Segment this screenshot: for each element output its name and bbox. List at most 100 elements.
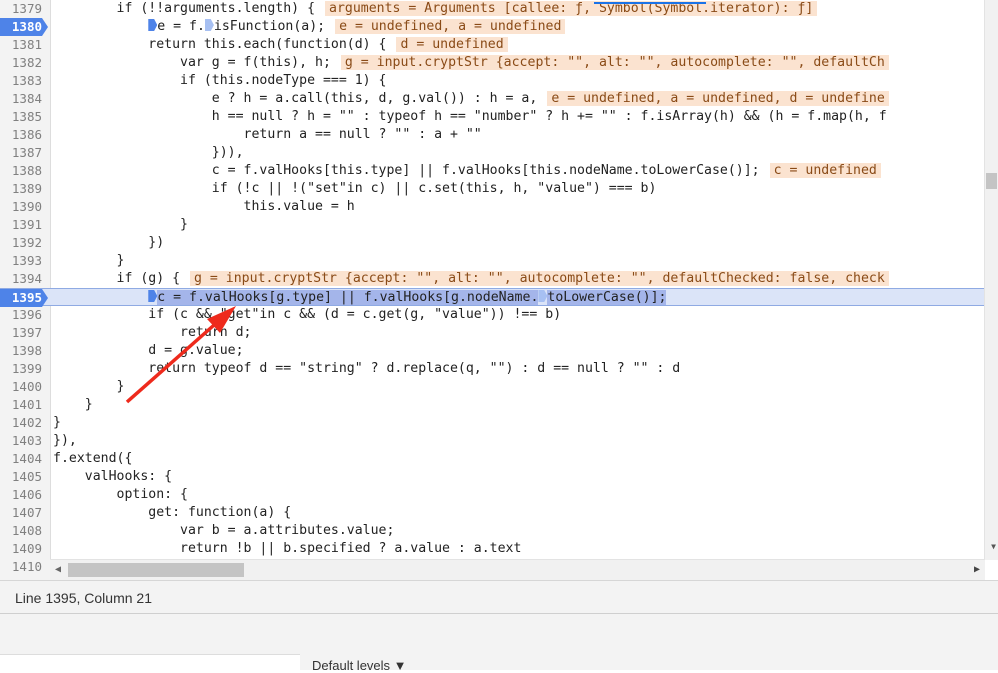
vertical-scroll-thumb[interactable] [986,173,997,189]
code-line[interactable]: 1402} [0,414,985,432]
code-line[interactable]: 1383 if (this.nodeType === 1) { [0,72,985,90]
code-text: if (g) {g = input.cryptStr {accept: "", … [53,270,889,288]
code-token: if (g) { [53,271,181,286]
line-number[interactable]: 1404 [0,450,42,468]
code-token: e ? h = a.call(this, d, g.val()) : h = a… [53,91,538,106]
horizontal-scroll-thumb[interactable] [68,563,244,577]
line-number[interactable]: 1400 [0,378,42,396]
code-text: var g = f(this), h; g = input.cryptStr {a… [53,54,889,72]
line-number[interactable]: 1389 [0,180,42,198]
line-number[interactable]: 1402 [0,414,42,432]
vertical-scrollbar[interactable]: ▼ [984,0,998,560]
line-number[interactable]: 1409 [0,540,42,558]
scroll-down-icon[interactable]: ▼ [991,542,996,551]
code-line[interactable]: 1387 })), [0,144,985,162]
code-text: h == null ? h = "" : typeof h == "number… [53,108,887,126]
line-number[interactable]: 1394 [0,270,42,288]
code-line[interactable]: 1380 e = f. isFunction(a); e = undefined, … [0,18,985,36]
code-line[interactable]: 1395 c = f.valHooks[g.type] || f.valHook… [0,288,985,307]
code-line[interactable]: 1391 } [0,216,985,234]
code-line[interactable]: 1399 return typeof d == "string" ? d.rep… [0,360,985,378]
breakpoint-line-number[interactable]: 1395 [0,289,48,307]
line-number[interactable]: 1397 [0,324,42,342]
code-token: return this.each(function(d) { [53,37,387,52]
code-line[interactable]: 1397 return d; [0,324,985,342]
code-line[interactable]: 1392 }) [0,234,985,252]
code-line[interactable]: 1385 h == null ? h = "" : typeof h == "n… [0,108,985,126]
code-line[interactable]: 1398 d = g.value; [0,342,985,360]
code-line[interactable]: 1405 valHooks: { [0,468,985,486]
code-line[interactable]: 1406 option: { [0,486,985,504]
code-line[interactable]: 1401 } [0,396,985,414]
code-editor[interactable]: 1379 if (!!arguments.length) {arguments … [0,0,998,580]
code-line[interactable]: 1409 return !b || b.specified ? a.value … [0,540,985,558]
execution-marker-icon[interactable] [148,290,158,302]
code-token: })), [53,145,244,160]
line-number[interactable]: 1393 [0,252,42,270]
code-line[interactable]: 1381 return this.each(function(d) {d = u… [0,36,985,54]
horizontal-scrollbar[interactable]: ◀ ▶ [50,559,985,580]
code-token: } [53,217,188,232]
line-number[interactable]: 1385 [0,108,42,126]
code-token: if (this.nodeType === 1) { [53,73,387,88]
code-line[interactable]: 1408 var b = a.attributes.value; [0,522,985,540]
line-number[interactable]: 1406 [0,486,42,504]
code-token: var b = a.attributes.value; [53,523,395,538]
code-line[interactable]: 1389 if (!c || !("set"in c) || c.set(thi… [0,180,985,198]
code-token: isFunction(a); [213,19,326,34]
inline-value-preview: arguments = Arguments [callee: ƒ, Symbol… [325,1,818,16]
code-text: })), [53,144,244,162]
line-number[interactable]: 1387 [0,144,42,162]
code-line[interactable]: 1393 } [0,252,985,270]
code-line[interactable]: 1396 if (c && "get"in c && (d = c.get(g,… [0,306,985,324]
code-line[interactable]: 1400 } [0,378,985,396]
inline-value-preview: g = input.cryptStr {accept: "", alt: "",… [340,55,889,70]
line-number[interactable]: 1388 [0,162,42,180]
code-line[interactable]: 1382 var g = f(this), h; g = input.cryptS… [0,54,985,72]
line-number[interactable]: 1407 [0,504,42,522]
line-number[interactable]: 1398 [0,342,42,360]
execution-marker-icon[interactable] [204,19,214,31]
code-text: get: function(a) { [53,504,291,522]
selected-code: c = f.valHooks[g.type] || f.valHooks[g.n… [157,290,539,305]
line-number[interactable]: 1392 [0,234,42,252]
line-number[interactable]: 1410 [0,558,42,576]
execution-marker-icon[interactable] [148,19,158,31]
line-number[interactable]: 1390 [0,198,42,216]
code-text: d = g.value; [53,342,243,360]
code-line[interactable]: 1407 get: function(a) { [0,504,985,522]
code-token: h == null ? h = "" : typeof h == "number… [53,109,887,124]
code-line[interactable]: 1379 if (!!arguments.length) {arguments … [0,0,985,18]
code-token: } [53,379,125,394]
console-filter-input[interactable] [0,654,300,671]
code-line[interactable]: 1386 return a == null ? "" : a + "" [0,126,985,144]
code-token: } [53,253,125,268]
line-number[interactable]: 1408 [0,522,42,540]
code-line[interactable]: 1403}), [0,432,985,450]
line-number[interactable]: 1383 [0,72,42,90]
line-number[interactable]: 1401 [0,396,42,414]
scroll-right-icon[interactable]: ▶ [974,564,980,575]
inline-value-preview: e = undefined, a = undefined, d = undefi… [547,91,889,106]
code-text: this.value = h [53,198,355,216]
code-line[interactable]: 1390 this.value = h [0,198,985,216]
log-levels-dropdown[interactable]: Default levels ▼ [312,658,407,673]
scroll-left-icon[interactable]: ◀ [55,564,61,575]
line-number[interactable]: 1391 [0,216,42,234]
code-line[interactable]: 1388 c = f.valHooks[this.type] || f.valH… [0,162,985,180]
code-line[interactable]: 1384 e ? h = a.call(this, d, g.val()) : … [0,90,985,108]
line-number[interactable]: 1379 [0,0,42,18]
line-number[interactable]: 1403 [0,432,42,450]
line-number[interactable]: 1405 [0,468,42,486]
line-number[interactable]: 1386 [0,126,42,144]
code-line[interactable]: 1404 f.extend({ [0,450,985,468]
line-number[interactable]: 1382 [0,54,42,72]
code-text: return d; [53,324,251,342]
line-number[interactable]: 1384 [0,90,42,108]
line-number[interactable]: 1399 [0,360,42,378]
code-line[interactable]: 1394 if (g) {g = input.cryptStr {accept:… [0,270,985,288]
line-number[interactable]: 1381 [0,36,42,54]
breakpoint-line-number[interactable]: 1380 [0,18,48,36]
line-number[interactable]: 1396 [0,306,42,324]
